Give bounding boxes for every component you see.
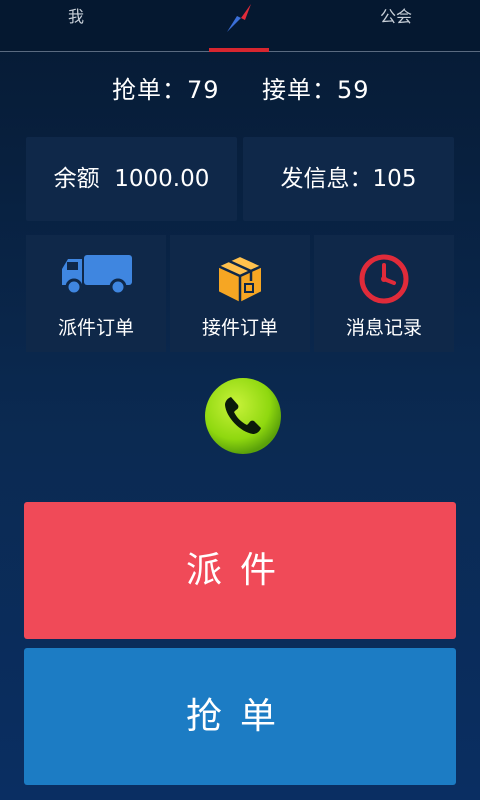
top-tab-bar: 我 公会	[0, 0, 480, 52]
grab-count: 抢单：79	[112, 76, 220, 104]
tab-guild[interactable]: 公会	[368, 0, 424, 34]
tab-active-indicator	[209, 48, 269, 52]
balance-card[interactable]: 余额 1000.00	[26, 137, 237, 221]
balance-text: 余额 1000.00	[53, 166, 210, 192]
tab-me[interactable]: 我	[56, 0, 96, 34]
package-icon	[217, 254, 263, 305]
messages-card[interactable]: 发信息：105	[243, 137, 454, 221]
accept-count: 接单：59	[262, 76, 370, 104]
accept-orders-label: 接件订单	[201, 317, 278, 339]
order-counts: 抢单：79 接单：59	[0, 70, 480, 106]
dispatch-button[interactable]: 派件	[24, 502, 456, 639]
phone-icon	[205, 378, 281, 454]
message-records-label: 消息记录	[345, 317, 422, 339]
grab-order-button[interactable]: 抢单	[24, 648, 456, 785]
dispatch-orders-tile[interactable]: 派件订单	[26, 235, 166, 352]
call-button[interactable]	[204, 377, 282, 455]
compass-icon	[227, 4, 251, 32]
truck-icon	[62, 255, 132, 296]
dispatch-orders-label: 派件订单	[57, 317, 134, 339]
accept-orders-tile[interactable]: 接件订单	[170, 235, 310, 352]
message-records-tile[interactable]: 消息记录	[314, 235, 454, 352]
messages-text: 发信息：105	[280, 166, 417, 192]
tab-compass[interactable]	[208, 0, 270, 51]
clock-icon	[359, 254, 409, 304]
